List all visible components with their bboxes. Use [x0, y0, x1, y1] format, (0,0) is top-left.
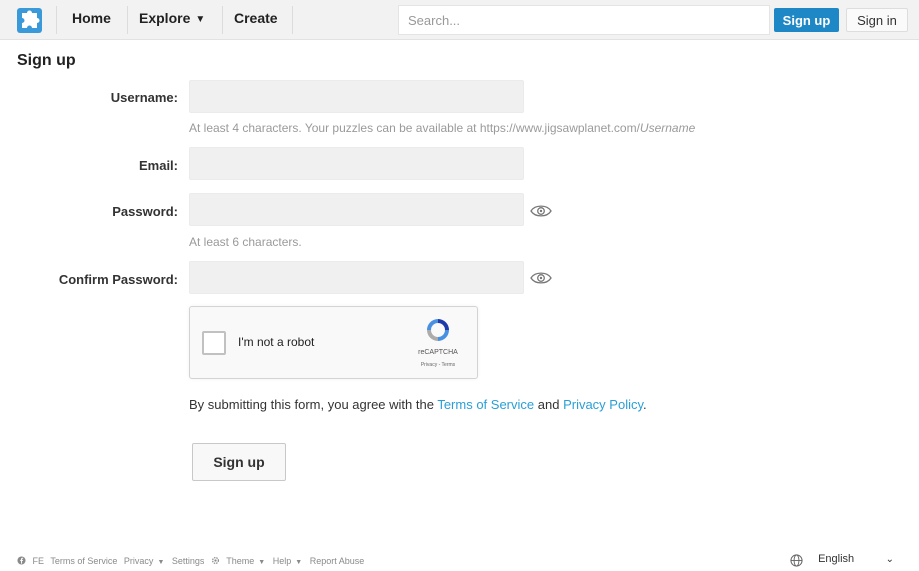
footer-privacy-link[interactable]: Privacy: [124, 556, 154, 566]
footer-help-link[interactable]: Help: [273, 556, 292, 566]
globe-icon: [790, 554, 803, 567]
footer-settings-link[interactable]: Settings: [172, 556, 205, 566]
password-label: Password:: [112, 204, 178, 219]
nav-divider: [222, 6, 223, 34]
theme-gear-icon: [211, 556, 220, 566]
username-hint-placeholder: Username: [639, 121, 696, 135]
username-label: Username:: [110, 90, 178, 105]
footer-fb-label[interactable]: FE: [33, 556, 45, 566]
recaptcha-widget: I'm not a robot reCAPTCHA Privacy - Term…: [189, 306, 478, 379]
caret-down-icon: ▼: [258, 559, 266, 566]
recaptcha-logo-icon: [427, 319, 449, 341]
nav-create-label: Create: [234, 10, 278, 26]
nav-divider: [292, 6, 293, 34]
caret-down-icon: ▼: [195, 14, 206, 25]
footer-links: FE Terms of Service Privacy ▼ Settings Th…: [17, 556, 368, 566]
terms-of-service-link[interactable]: Terms of Service: [437, 397, 534, 412]
footer-terms-link[interactable]: Terms of Service: [50, 556, 117, 566]
footer-theme-link[interactable]: Theme: [226, 556, 254, 566]
nav-divider: [127, 6, 128, 34]
recaptcha-brand: reCAPTCHA: [418, 349, 458, 356]
search-input[interactable]: [398, 5, 770, 35]
chevron-down-icon: ⌄: [885, 554, 895, 565]
username-hint-text: At least 4 characters. Your puzzles can …: [189, 121, 640, 135]
password-hint: At least 6 characters.: [189, 235, 302, 249]
language-select[interactable]: English ⌄: [818, 553, 898, 571]
recaptcha-checkbox[interactable]: [202, 331, 226, 355]
password-field[interactable]: [189, 193, 524, 226]
agree-suffix: .: [643, 397, 647, 412]
username-field[interactable]: [189, 80, 524, 113]
nav-home-label: Home: [72, 10, 111, 26]
header-signup-button[interactable]: Sign up: [774, 8, 839, 32]
language-value: English: [818, 553, 855, 565]
privacy-policy-link[interactable]: Privacy Policy: [563, 397, 643, 412]
nav-divider: [56, 6, 57, 34]
confirm-password-label: Confirm Password:: [58, 272, 178, 287]
terms-agreement-text: By submitting this form, you agree with …: [189, 397, 647, 412]
username-hint: At least 4 characters. Your puzzles can …: [189, 121, 695, 135]
facebook-icon[interactable]: [17, 556, 26, 566]
nav-create-link[interactable]: Create: [234, 10, 278, 26]
agree-prefix: By submitting this form, you agree with …: [189, 397, 438, 412]
show-password-eye-icon[interactable]: [530, 203, 552, 219]
footer-report-abuse-link[interactable]: Report Abuse: [310, 556, 365, 566]
recaptcha-label: I'm not a robot: [238, 335, 315, 349]
show-confirm-password-eye-icon[interactable]: [530, 270, 552, 286]
email-field[interactable]: [189, 147, 524, 180]
nav-home-link[interactable]: Home: [72, 10, 111, 26]
nav-explore-dropdown[interactable]: Explore ▼: [139, 10, 205, 26]
recaptcha-privacy-terms-links[interactable]: Privacy - Terms: [408, 362, 468, 368]
jigsaw-logo-icon[interactable]: [17, 8, 42, 33]
caret-down-icon: ▼: [157, 559, 165, 566]
confirm-password-field[interactable]: [189, 261, 524, 294]
caret-down-icon: ▼: [295, 559, 303, 566]
page-title: Sign up: [17, 52, 76, 69]
email-label: Email:: [138, 158, 178, 173]
top-navigation-bar: Home Explore ▼ Create Sign up Sign in: [0, 0, 919, 40]
language-selector: English ⌄: [790, 553, 898, 571]
nav-explore-label: Explore: [139, 10, 191, 26]
header-signin-button[interactable]: Sign in: [846, 8, 908, 32]
agree-and: and: [534, 397, 564, 412]
signup-submit-button[interactable]: Sign up: [192, 443, 286, 481]
